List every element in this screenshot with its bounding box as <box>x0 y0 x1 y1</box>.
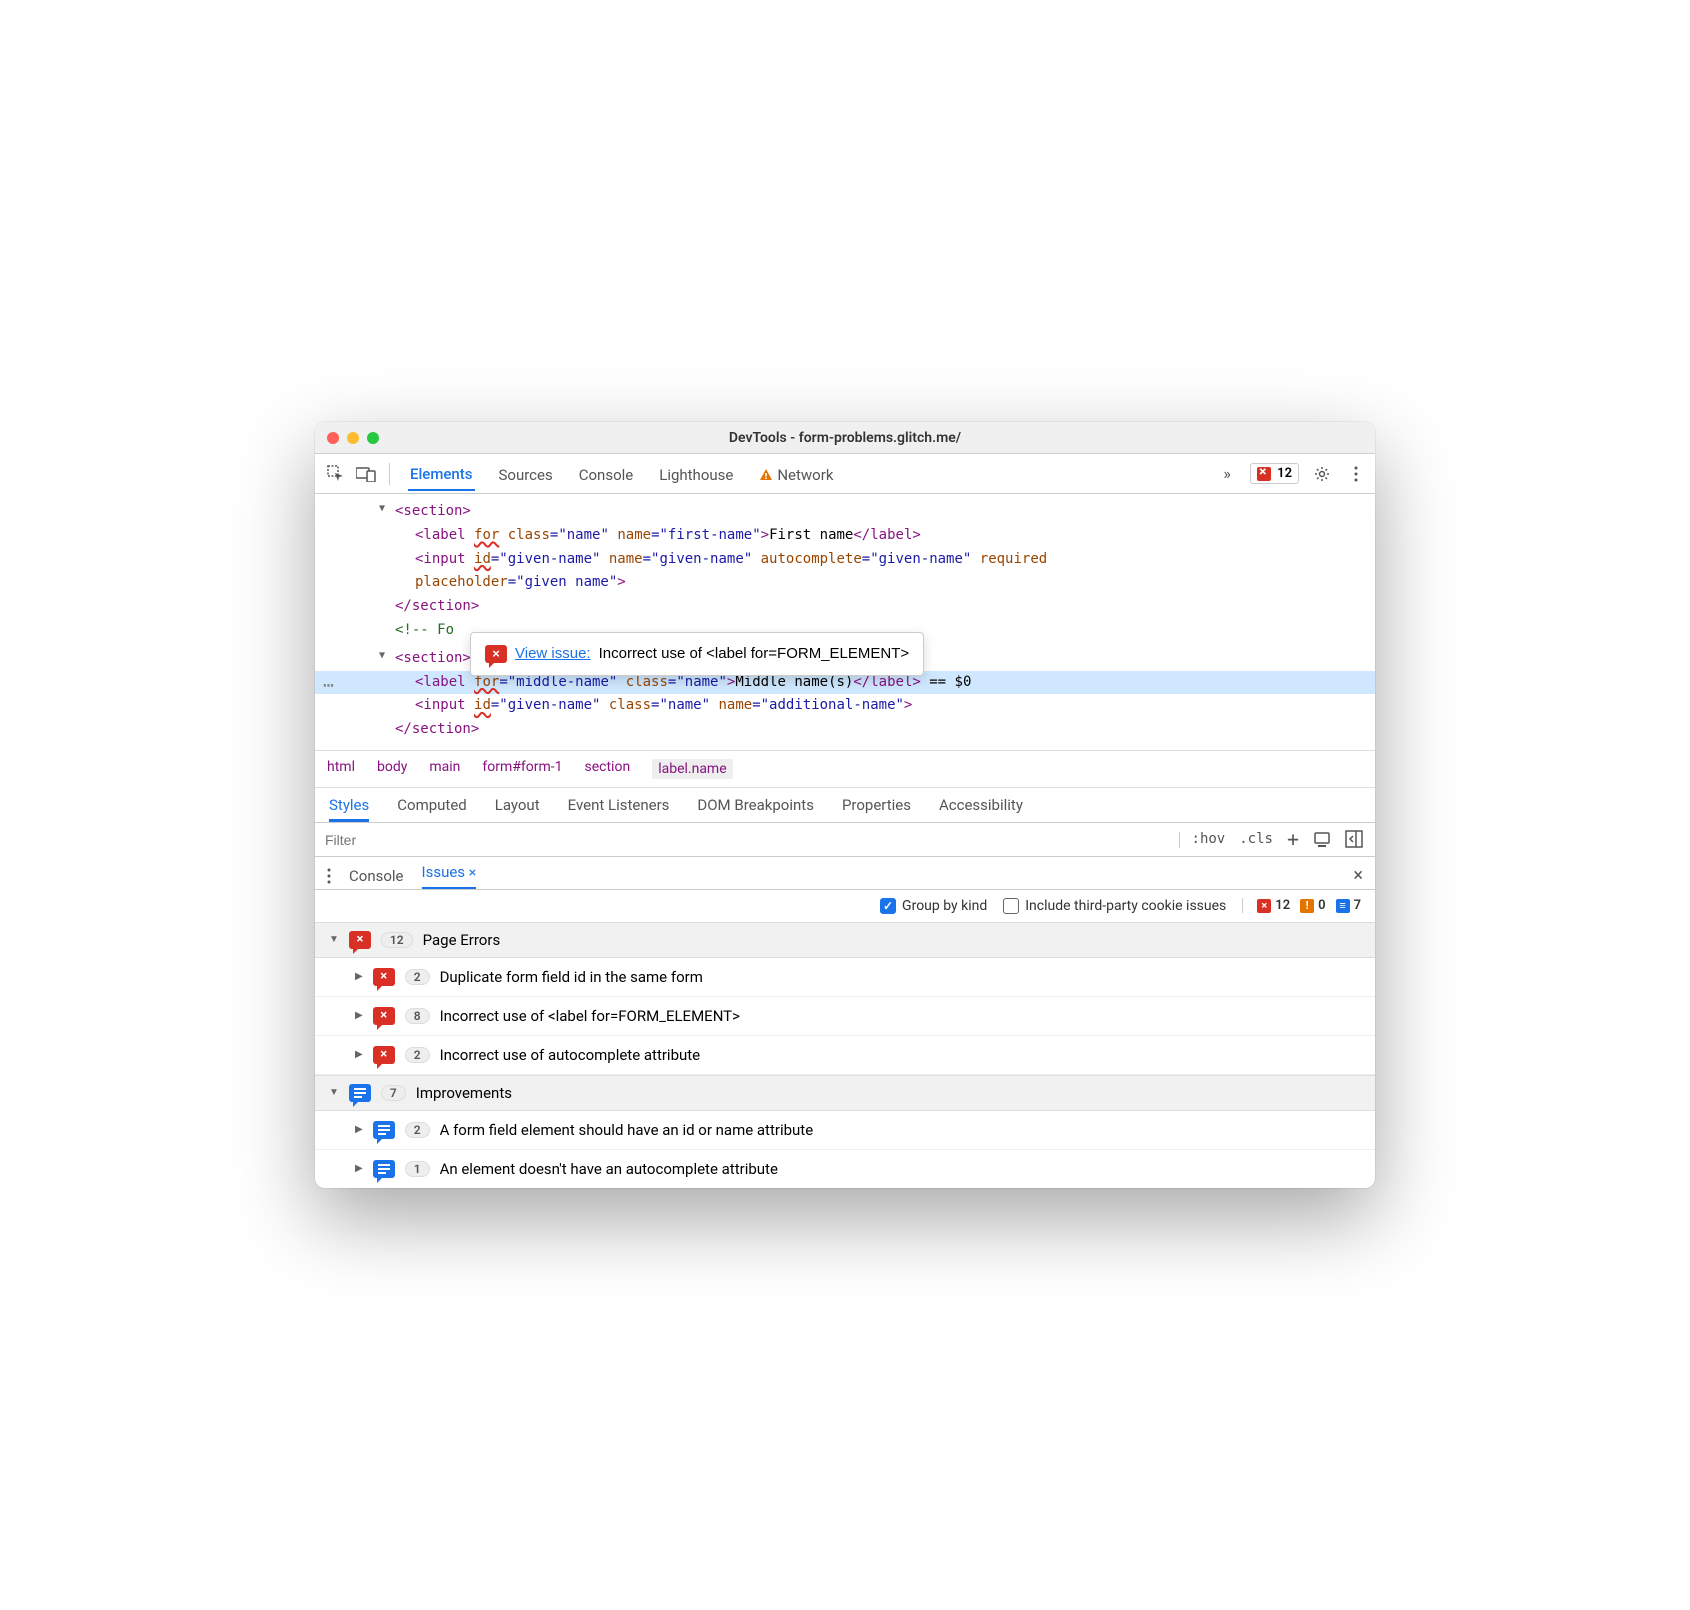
issue-row[interactable]: ▶ × 8 Incorrect use of <label for=FORM_E… <box>315 997 1375 1036</box>
expand-toggle-icon[interactable]: ▼ <box>379 500 385 517</box>
caret-right-icon: ▶ <box>355 1163 363 1174</box>
issues-toolbar: ✓ Group by kind Include third-party cook… <box>315 890 1375 922</box>
hov-toggle[interactable]: :hov <box>1192 831 1226 847</box>
subtab-computed[interactable]: Computed <box>397 796 467 814</box>
subtab-styles[interactable]: Styles <box>329 796 369 822</box>
warning-icon <box>759 468 773 482</box>
subtab-layout[interactable]: Layout <box>495 796 540 814</box>
issue-row[interactable]: ▶ 1 An element doesn't have an autocompl… <box>315 1150 1375 1188</box>
breadcrumb-item-current[interactable]: label.name <box>652 759 732 779</box>
caret-right-icon: ▶ <box>355 1049 363 1060</box>
panel-tabs: Elements Sources Console Lighthouse Netw… <box>408 457 835 491</box>
rendering-emulations-icon[interactable] <box>1313 830 1331 848</box>
breadcrumb-item[interactable]: body <box>377 759 407 779</box>
issue-counts: ×12 !0 ≡7 <box>1242 898 1361 913</box>
error-speech-icon: × <box>373 968 395 986</box>
dom-breadcrumb: html body main form#form-1 section label… <box>315 750 1375 788</box>
tab-network[interactable]: Network <box>757 457 835 491</box>
issue-group-header[interactable]: ▼ 7 Improvements <box>315 1075 1375 1111</box>
error-speech-icon: × <box>373 1007 395 1025</box>
subtab-accessibility[interactable]: Accessibility <box>939 796 1023 814</box>
group-by-kind-checkbox[interactable]: ✓ Group by kind <box>880 898 987 914</box>
breadcrumb-item[interactable]: html <box>327 759 355 779</box>
close-tab-icon[interactable]: × <box>469 865 476 881</box>
issue-group-header[interactable]: ▼ × 12 Page Errors <box>315 922 1375 958</box>
dom-node[interactable]: <input id="given-name" name="given-name"… <box>315 548 1375 572</box>
window-title: DevTools - form-problems.glitch.me/ <box>315 430 1375 446</box>
subtab-dom-breakpoints[interactable]: DOM Breakpoints <box>697 796 814 814</box>
error-speech-icon: × <box>373 1046 395 1064</box>
issues-counter[interactable]: 12 <box>1250 463 1299 484</box>
more-tabs-button[interactable]: » <box>1216 463 1238 485</box>
drawer-tabs: Console Issues × × <box>315 857 1375 890</box>
subtab-properties[interactable]: Properties <box>842 796 911 814</box>
more-options-icon[interactable] <box>1345 463 1367 485</box>
dom-node-continuation[interactable]: placeholder="given name"> <box>315 571 1375 595</box>
issue-row[interactable]: ▶ × 2 Duplicate form field id in the sam… <box>315 958 1375 997</box>
devtools-window: DevTools - form-problems.glitch.me/ Elem… <box>315 422 1375 1188</box>
computed-sidebar-icon[interactable] <box>1345 830 1363 848</box>
caret-right-icon: ▶ <box>355 1010 363 1021</box>
drawer-close-icon[interactable]: × <box>1353 865 1363 886</box>
tab-console[interactable]: Console <box>577 457 636 491</box>
breadcrumb-item[interactable]: main <box>429 759 460 779</box>
info-count[interactable]: ≡7 <box>1336 898 1361 913</box>
styles-filter-input[interactable] <box>315 832 1180 848</box>
include-third-party-checkbox[interactable]: Include third-party cookie issues <box>1003 898 1226 914</box>
device-toolbar-icon[interactable] <box>353 461 379 487</box>
issue-row[interactable]: ▶ × 2 Incorrect use of autocomplete attr… <box>315 1036 1375 1075</box>
drawer-tab-issues[interactable]: Issues × <box>422 863 477 889</box>
dom-node[interactable]: <label for class="name" name="first-name… <box>315 524 1375 548</box>
drawer-more-icon[interactable] <box>327 868 331 884</box>
minimize-window-button[interactable] <box>347 432 359 444</box>
warning-count[interactable]: !0 <box>1300 898 1325 913</box>
breadcrumb-item[interactable]: form#form-1 <box>482 759 562 779</box>
separator <box>389 463 390 485</box>
cls-toggle[interactable]: .cls <box>1239 831 1273 847</box>
new-style-rule-icon[interactable]: + <box>1287 827 1299 851</box>
issue-row[interactable]: ▶ 2 A form field element should have an … <box>315 1111 1375 1150</box>
inspect-element-icon[interactable] <box>323 461 349 487</box>
expand-toggle-icon[interactable]: ▼ <box>379 647 385 664</box>
caret-down-icon: ▼ <box>329 934 339 945</box>
dom-node[interactable]: ▼ <section> <box>315 500 1375 524</box>
dom-node[interactable]: </section> <box>315 595 1375 619</box>
view-issue-link[interactable]: View issue: <box>515 641 591 667</box>
styles-toolbar: :hov .cls + <box>315 823 1375 857</box>
caret-right-icon: ▶ <box>355 971 363 982</box>
main-toolbar: Elements Sources Console Lighthouse Netw… <box>315 454 1375 494</box>
zoom-window-button[interactable] <box>367 432 379 444</box>
drawer-tab-console[interactable]: Console <box>349 867 404 885</box>
dom-tree[interactable]: ▼ <section> <label for class="name" name… <box>315 494 1375 750</box>
titlebar: DevTools - form-problems.glitch.me/ <box>315 422 1375 454</box>
traffic-lights <box>327 432 379 444</box>
dom-node[interactable]: </section> <box>315 718 1375 742</box>
settings-icon[interactable] <box>1311 463 1333 485</box>
info-speech-icon <box>373 1121 395 1139</box>
error-count[interactable]: ×12 <box>1257 898 1290 913</box>
tab-sources[interactable]: Sources <box>497 457 555 491</box>
tab-lighthouse[interactable]: Lighthouse <box>657 457 735 491</box>
error-speech-icon: × <box>349 931 371 949</box>
issue-tooltip: × View issue: Incorrect use of <label fo… <box>470 632 924 676</box>
info-speech-icon <box>373 1160 395 1178</box>
subtab-event-listeners[interactable]: Event Listeners <box>568 796 670 814</box>
styles-subtabs: Styles Computed Layout Event Listeners D… <box>315 788 1375 823</box>
close-window-button[interactable] <box>327 432 339 444</box>
error-speech-icon: × <box>485 645 507 663</box>
error-icon <box>1257 467 1271 481</box>
caret-down-icon: ▼ <box>329 1087 339 1098</box>
breadcrumb-item[interactable]: section <box>585 759 631 779</box>
tab-elements[interactable]: Elements <box>408 457 475 491</box>
info-speech-icon <box>349 1084 371 1102</box>
caret-right-icon: ▶ <box>355 1124 363 1135</box>
dom-node[interactable]: <input id="given-name" class="name" name… <box>315 694 1375 718</box>
